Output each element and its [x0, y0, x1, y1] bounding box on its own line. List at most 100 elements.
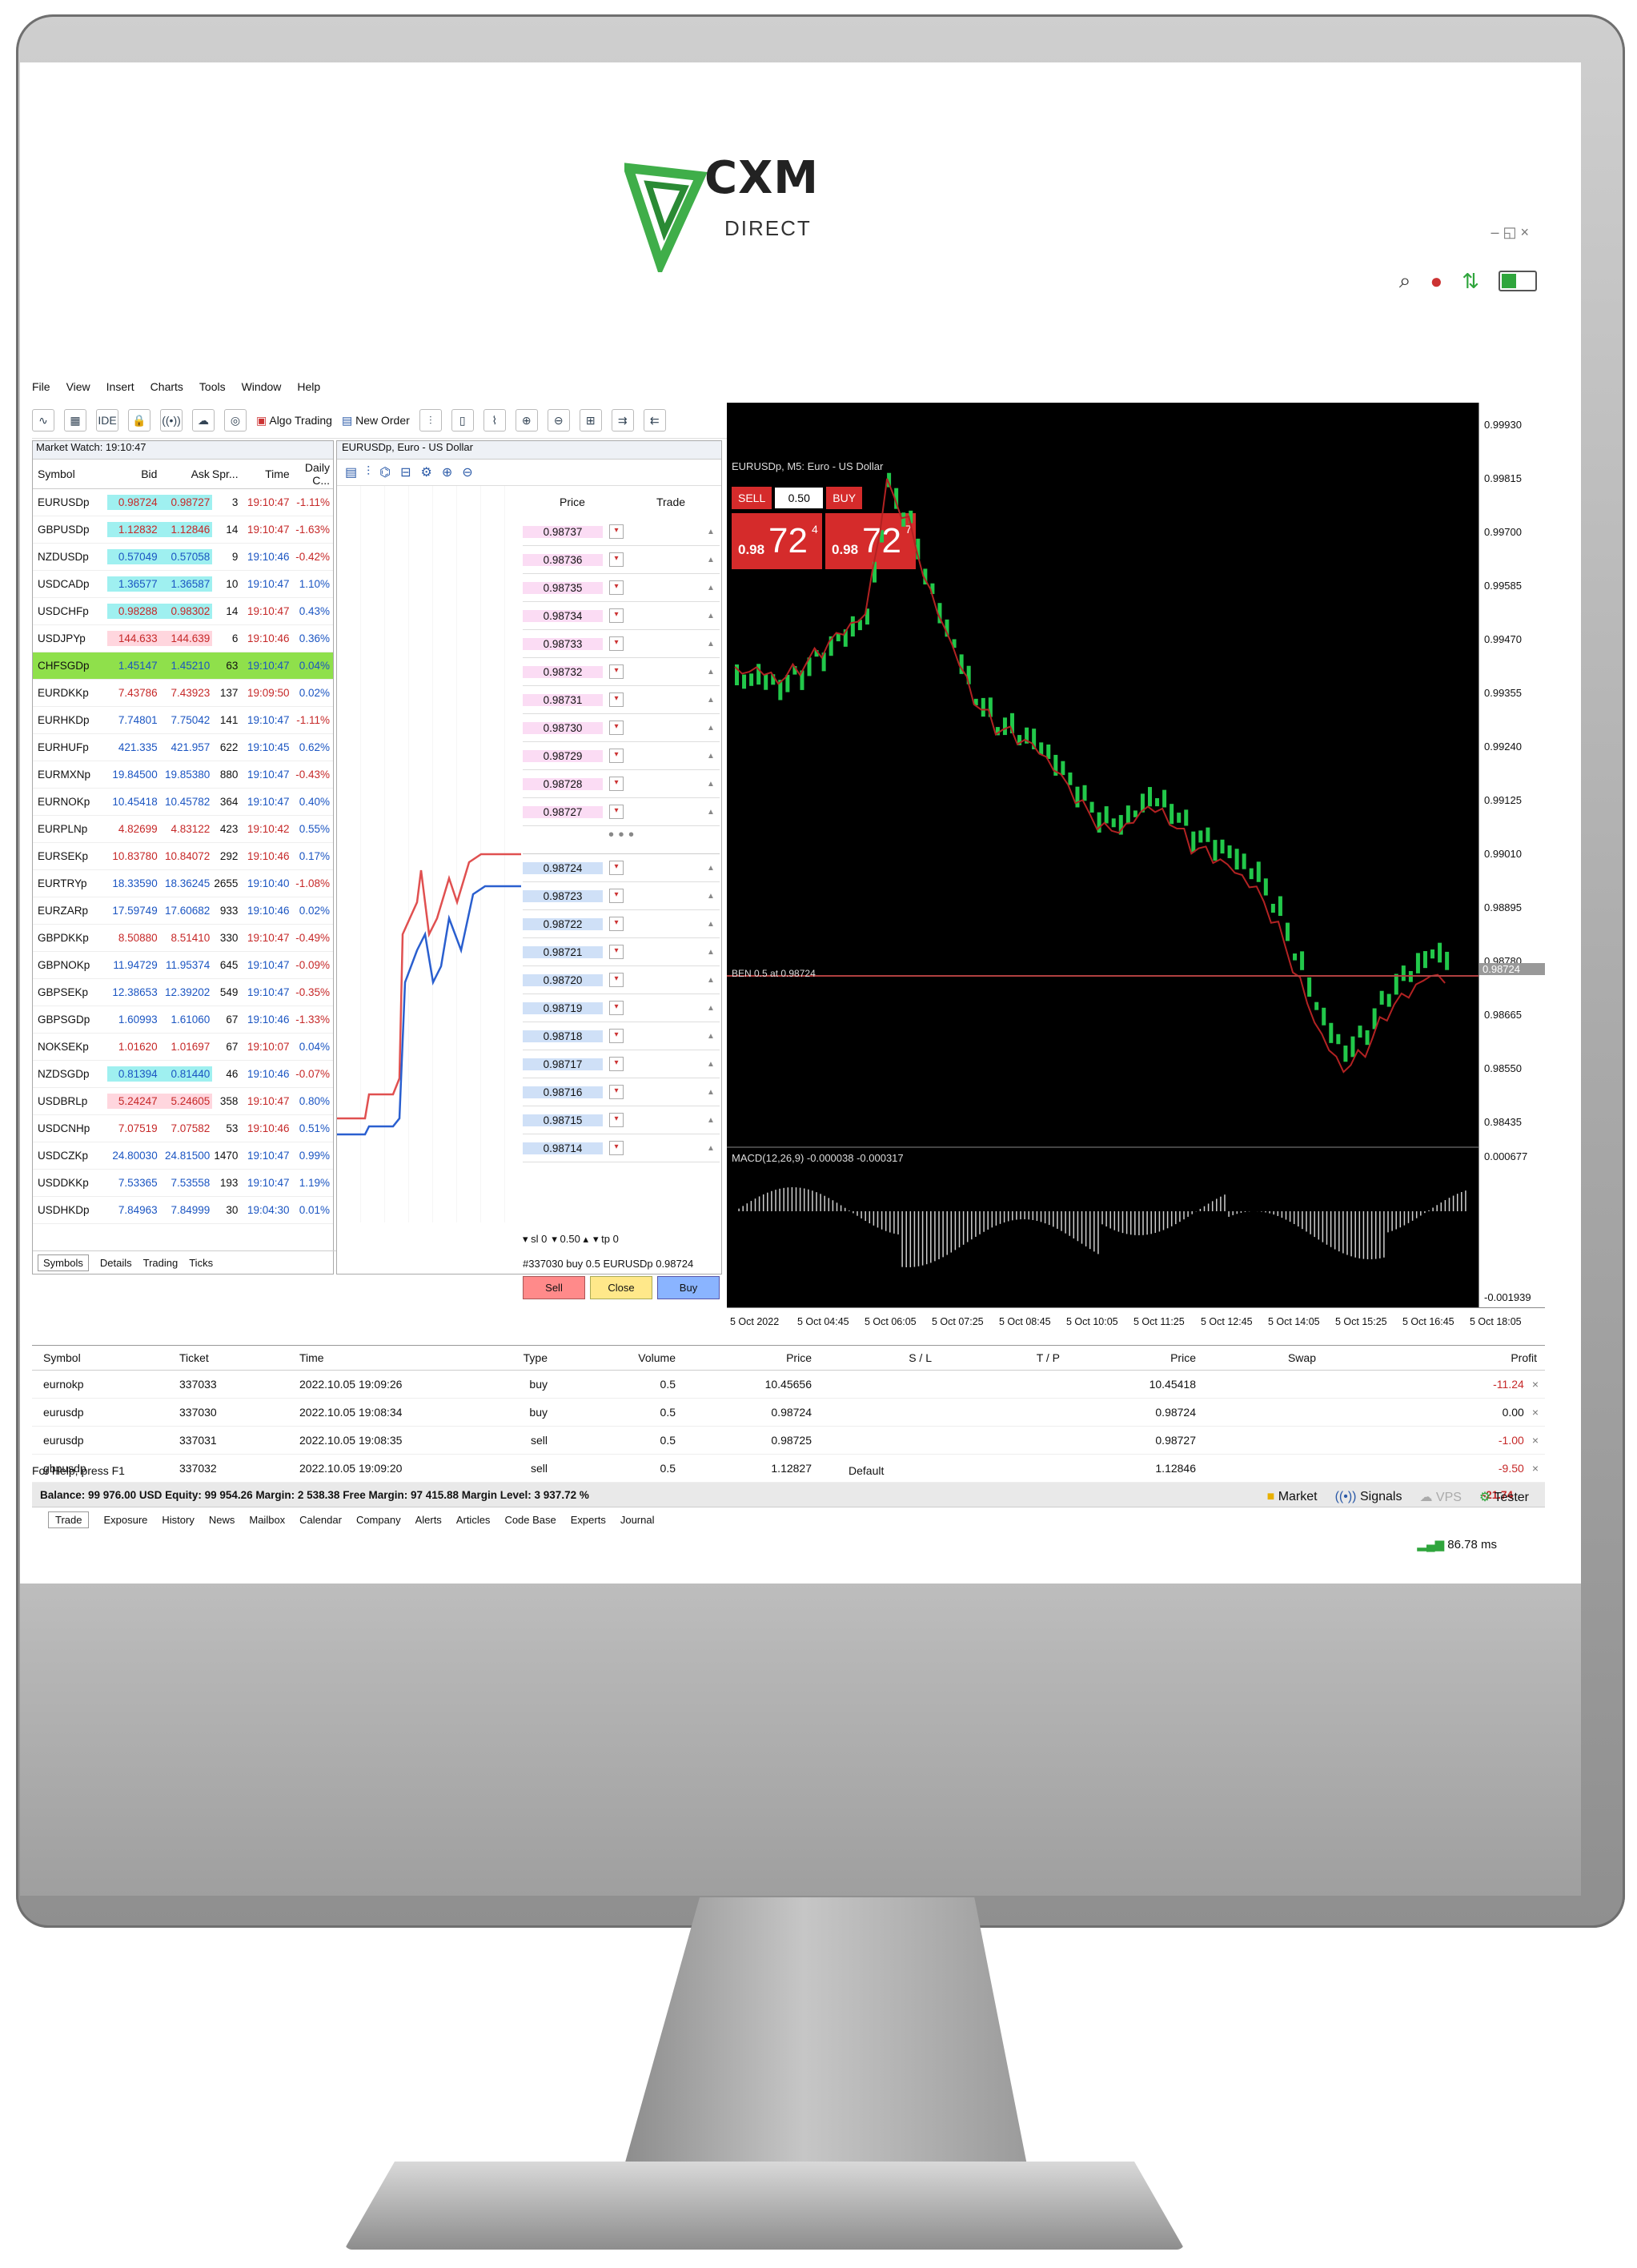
market-watch-row[interactable]: EURDKKp 7.43786 7.43923 137 19:09:50 0.02% — [33, 680, 333, 707]
toolbox-tab-history[interactable]: History — [162, 1514, 194, 1526]
sell-button[interactable]: Sell — [523, 1275, 585, 1299]
lock-icon[interactable]: 🔒 — [128, 409, 150, 432]
buy-button[interactable]: Buy — [657, 1275, 720, 1299]
ladder-arrow-icon[interactable]: ▲ — [707, 976, 720, 985]
signal-icon[interactable]: ((•)) — [160, 409, 183, 432]
template-icon[interactable]: ▦ — [64, 409, 86, 432]
ladder-dropdown-icon[interactable]: ▾ — [609, 608, 624, 623]
ladder-arrow-icon[interactable]: ▲ — [707, 724, 720, 733]
columns-icon[interactable]: ⊟ — [400, 464, 411, 480]
market-watch-row[interactable]: USDDKKp 7.53365 7.53558 193 19:10:47 1.19% — [33, 1170, 333, 1197]
search-icon[interactable]: ⌕ — [1399, 268, 1411, 294]
trade-col-header[interactable]: Profit — [1316, 1351, 1545, 1364]
ladder-arrow-icon[interactable]: ▲ — [707, 1144, 720, 1153]
market-watch-row[interactable]: GBPNOKp 11.94729 11.95374 645 19:10:47 -0.09% — [33, 952, 333, 979]
market-watch-row[interactable]: GBPDKKp 8.50880 8.51410 330 19:10:47 -0.49% — [33, 925, 333, 952]
market-watch-row[interactable]: USDHKDp 7.84963 7.84999 30 19:04:30 0.01% — [33, 1197, 333, 1224]
ladder-arrow-icon[interactable]: ▲ — [707, 528, 720, 536]
menu-item-insert[interactable]: Insert — [106, 380, 134, 401]
ticks-icon[interactable]: ⫶ — [367, 465, 370, 480]
toolbox-tab-experts[interactable]: Experts — [571, 1514, 606, 1526]
close-position-icon[interactable]: × — [1532, 1378, 1545, 1391]
market-watch-row[interactable]: EURHKDp 7.74801 7.75042 141 19:10:47 -1.11% — [33, 707, 333, 734]
market-watch-row[interactable]: EURUSDp 0.98724 0.98727 3 19:10:47 -1.11% — [33, 489, 333, 516]
close-button[interactable]: Close — [590, 1275, 652, 1299]
trade-col-header[interactable]: Price — [1060, 1351, 1196, 1364]
market-watch-row[interactable]: USDCZKp 24.80030 24.81500 1470 19:10:47 0.99% — [33, 1142, 333, 1170]
ladder-arrow-icon[interactable]: ▲ — [707, 864, 720, 873]
trade-col-header[interactable]: Ticket — [179, 1351, 299, 1364]
zoom-out-icon[interactable]: ⊖ — [547, 409, 570, 432]
ladder-trade-cell[interactable] — [624, 630, 707, 657]
mw-col-header[interactable]: Symbol — [33, 468, 107, 480]
menu-item-file[interactable]: File — [32, 380, 50, 401]
trade-col-header[interactable]: Volume — [548, 1351, 676, 1364]
toolbox-tab-code-base[interactable]: Code Base — [504, 1514, 556, 1526]
ladder-trade-cell[interactable] — [624, 1134, 707, 1162]
ladder-arrow-icon[interactable]: ▲ — [707, 668, 720, 676]
market-watch-row[interactable]: NZDSGDp 0.81394 0.81440 46 19:10:46 -0.07% — [33, 1061, 333, 1088]
ladder-arrow-icon[interactable]: ▲ — [707, 1088, 720, 1097]
ladder-dropdown-icon[interactable]: ▾ — [609, 721, 624, 735]
close-position-icon[interactable]: × — [1532, 1406, 1545, 1419]
market-watch-row[interactable]: EURZARp 17.59749 17.60682 933 19:10:46 0.02% — [33, 897, 333, 925]
ladder-trade-cell[interactable] — [624, 1050, 707, 1078]
ladder-dropdown-icon[interactable]: ▾ — [609, 1085, 624, 1099]
settings-icon[interactable]: ⚙ — [421, 464, 432, 480]
market-watch-row[interactable]: GBPSGDp 1.60993 1.61060 67 19:10:46 -1.33% — [33, 1006, 333, 1034]
ladder-trade-cell[interactable] — [624, 882, 707, 909]
ladder-arrow-icon[interactable]: ▲ — [707, 920, 720, 929]
market-watch-row[interactable]: CHFSGDp 1.45147 1.45210 63 19:10:47 0.04% — [33, 652, 333, 680]
menu-item-tools[interactable]: Tools — [199, 380, 226, 401]
mw-tab-symbols[interactable]: Symbols — [38, 1254, 89, 1271]
toolbox-tab-news[interactable]: News — [209, 1514, 235, 1526]
ladder-arrow-icon[interactable]: ▲ — [707, 1060, 720, 1069]
tp-field[interactable]: ▾ tp 0 — [593, 1233, 619, 1246]
candle-chart-icon[interactable]: ▯ — [451, 409, 474, 432]
ladder-trade-cell[interactable] — [624, 1078, 707, 1106]
autoscroll-icon[interactable]: ⇉ — [611, 409, 634, 432]
ladder-dropdown-icon[interactable]: ▾ — [609, 1029, 624, 1043]
ladder-dropdown-icon[interactable]: ▾ — [609, 861, 624, 875]
ladder-trade-cell[interactable] — [624, 994, 707, 1022]
ladder-trade-cell[interactable] — [624, 714, 707, 741]
notification-icon[interactable]: ● — [1430, 269, 1442, 294]
price-chart[interactable]: EURUSDp, M5: Euro - US Dollar SELL 0.50 … — [727, 403, 1545, 1340]
mw-col-header[interactable]: Time — [239, 468, 290, 480]
trade-col-header[interactable]: S / L — [812, 1351, 932, 1364]
algo-trading-button[interactable]: ▣ Algo Trading — [256, 414, 332, 428]
mw-col-header[interactable]: Bid — [107, 466, 159, 482]
market-watch-row[interactable]: USDJPYp 144.633 144.639 6 19:10:46 0.36% — [33, 625, 333, 652]
market-icon[interactable]: ◎ — [224, 409, 247, 432]
ladder-trade-cell[interactable] — [624, 658, 707, 685]
trade-col-header[interactable]: Type — [443, 1351, 548, 1364]
toolbox-tab-calendar[interactable]: Calendar — [299, 1514, 342, 1526]
mw-col-header[interactable]: Spr... — [212, 468, 239, 480]
ladder-dropdown-icon[interactable]: ▾ — [609, 552, 624, 567]
market-watch-row[interactable]: EURSEKp 10.83780 10.84072 292 19:10:46 0.17% — [33, 843, 333, 870]
market-watch-row[interactable]: USDCNHp 7.07519 7.07582 53 19:10:46 0.51% — [33, 1115, 333, 1142]
mw-tab-trading[interactable]: Trading — [143, 1257, 179, 1269]
ladder-trade-cell[interactable] — [624, 1106, 707, 1134]
filter-icon[interactable]: ⌬ — [379, 464, 391, 480]
window-controls[interactable]: – ◱ × — [1491, 224, 1529, 241]
trade-row[interactable]: eurnokp 337033 2022.10.05 19:09:26 buy 0.5 10… — [32, 1371, 1545, 1399]
ladder-trade-cell[interactable] — [624, 966, 707, 994]
ladder-arrow-icon[interactable]: ▲ — [707, 556, 720, 564]
trade-col-header[interactable]: Symbol — [32, 1351, 179, 1364]
trade-col-header[interactable]: Swap — [1196, 1351, 1316, 1364]
mw-tab-details[interactable]: Details — [100, 1257, 132, 1269]
toolbox-tab-trade[interactable]: Trade — [48, 1511, 90, 1528]
market-watch-row[interactable]: USDCHFp 0.98288 0.98302 14 19:10:47 0.43% — [33, 598, 333, 625]
market-watch-row[interactable]: NZDUSDp 0.57049 0.57058 9 19:10:46 -0.42% — [33, 544, 333, 571]
ladder-trade-cell[interactable] — [624, 854, 707, 881]
ladder-trade-cell[interactable] — [624, 602, 707, 629]
bar-chart-icon[interactable]: ⫶ — [419, 409, 442, 432]
menu-item-help[interactable]: Help — [297, 380, 320, 401]
chart-shift-icon[interactable]: ⇇ — [643, 409, 666, 432]
profile-name[interactable]: Default — [849, 1464, 884, 1477]
sl-field[interactable]: ▾ sl 0 — [523, 1233, 547, 1246]
market-watch-row[interactable]: EURNOKp 10.45418 10.45782 364 19:10:47 0.40% — [33, 789, 333, 816]
menu-item-charts[interactable]: Charts — [150, 380, 183, 401]
ladder-trade-cell[interactable] — [624, 798, 707, 825]
